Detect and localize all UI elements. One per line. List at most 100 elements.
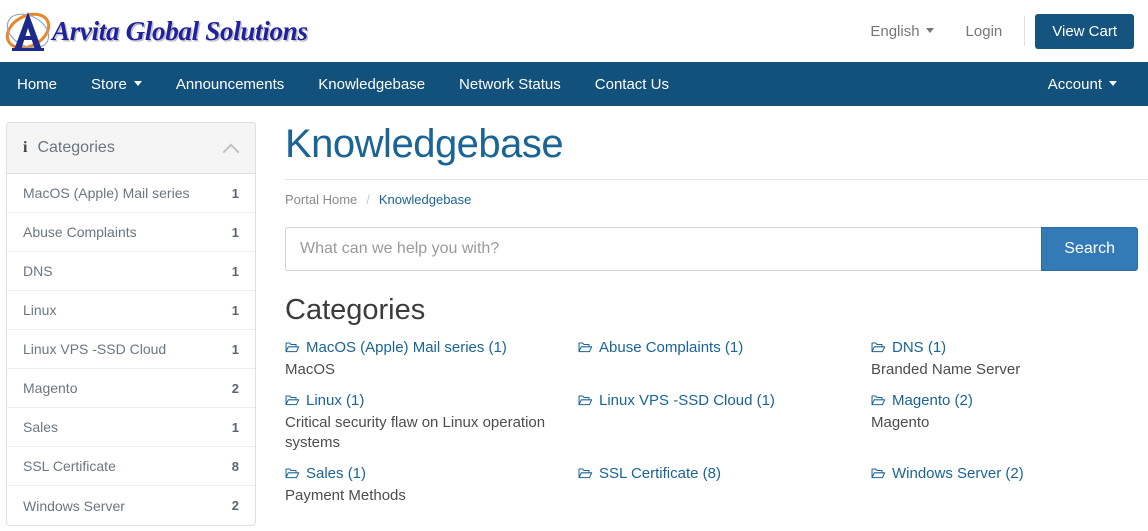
category-card: Windows Server (2) [871, 463, 1148, 516]
breadcrumb-separator: / [366, 192, 370, 207]
category-link-label: MacOS (Apple) Mail series (1) [306, 338, 507, 356]
nav-right-group: Account [1031, 62, 1134, 106]
breadcrumb-knowledgebase[interactable]: Knowledgebase [379, 192, 472, 207]
breadcrumb-portal-home[interactable]: Portal Home [285, 192, 357, 207]
category-card: Linux (1) Critical security flaw on Linu… [285, 390, 578, 463]
sidebar-item-linux[interactable]: Linux 1 [7, 291, 255, 330]
chevron-down-icon [1109, 81, 1117, 86]
breadcrumb: Portal Home / Knowledgebase [285, 179, 1148, 207]
chevron-down-icon [925, 28, 934, 33]
category-card: Magento (2) Magento [871, 390, 1148, 463]
sidebar-item-macos-apple-mail-series[interactable]: MacOS (Apple) Mail series 1 [7, 174, 255, 213]
page-body: i Categories MacOS (Apple) Mail series 1… [0, 106, 1148, 526]
info-icon: i [23, 139, 28, 156]
nav-label: Network Status [459, 75, 561, 93]
view-cart-button[interactable]: View Cart [1035, 13, 1134, 49]
category-link-linux[interactable]: Linux (1) [285, 390, 364, 412]
nav-item-account[interactable]: Account [1031, 62, 1134, 106]
category-link-macos-apple-mail-series[interactable]: MacOS (Apple) Mail series (1) [285, 337, 507, 359]
sidebar-item-count: 1 [231, 341, 239, 357]
sidebar-item-label: Windows Server [23, 497, 125, 514]
sidebar-item-count: 1 [231, 302, 239, 318]
nav-label: Account [1047, 75, 1102, 93]
categories-grid: MacOS (Apple) Mail series (1) MacOS Abus… [285, 337, 1148, 516]
category-description: Critical security flaw on Linux operatio… [285, 413, 546, 451]
search-button[interactable]: Search [1041, 227, 1138, 271]
search-input[interactable] [285, 227, 1042, 271]
chevron-up-icon[interactable] [224, 141, 239, 156]
folder-open-icon [578, 464, 593, 479]
nav-label: Home [17, 75, 58, 93]
top-header-bar: Arvita Global Solutions English Login Vi… [0, 0, 1148, 62]
nav-item-store[interactable]: Store [74, 62, 159, 106]
category-link-label: Sales (1) [306, 465, 367, 483]
page-title: Knowledgebase [285, 122, 564, 166]
folder-open-icon [578, 391, 593, 406]
sidebar-item-ssl-certificate[interactable]: SSL Certificate 8 [7, 447, 255, 486]
category-link-ssl-certificate[interactable]: SSL Certificate (8) [578, 463, 721, 485]
nav-label: Store [91, 75, 127, 93]
category-link-windows-server[interactable]: Windows Server (2) [871, 463, 1024, 485]
nav-item-knowledgebase[interactable]: Knowledgebase [301, 62, 442, 106]
sidebar-item-sales[interactable]: Sales 1 [7, 408, 255, 447]
sidebar-item-count: 1 [231, 263, 239, 279]
category-card: Abuse Complaints (1) [578, 337, 871, 390]
category-description: Magento [871, 413, 930, 431]
category-link-linux-vps-ssd-cloud[interactable]: Linux VPS -SSD Cloud (1) [578, 390, 775, 412]
language-label: English [870, 22, 920, 40]
nav-item-contact-us[interactable]: Contact Us [578, 62, 686, 106]
sidebar-item-label: Sales [23, 419, 59, 435]
folder-open-icon [871, 391, 886, 406]
nav-item-announcements[interactable]: Announcements [159, 62, 301, 106]
category-description: Payment Methods [285, 486, 406, 504]
category-description: Branded Name Server [871, 360, 1021, 378]
top-right-actions: English Login View Cart [854, 13, 1134, 49]
category-card: Linux VPS -SSD Cloud (1) [578, 390, 871, 463]
knowledgebase-search-form: Search [285, 227, 1138, 271]
folder-open-icon [578, 338, 593, 353]
category-link-label: Abuse Complaints (1) [599, 338, 744, 356]
sidebar-item-magento[interactable]: Magento 2 [7, 369, 255, 408]
nav-item-network-status[interactable]: Network Status [442, 62, 578, 106]
nav-label: Contact Us [594, 75, 669, 93]
brand-logo-link[interactable]: Arvita Global Solutions [2, 5, 308, 57]
sidebar-item-label: SSL Certificate [23, 458, 116, 474]
sidebar-item-count: 1 [231, 224, 239, 240]
sidebar-item-label: MacOS (Apple) Mail series [23, 185, 190, 201]
category-link-label: Windows Server (2) [892, 465, 1024, 483]
sidebar-item-linux-vps-ssd-cloud[interactable]: Linux VPS -SSD Cloud 1 [7, 330, 255, 369]
category-description: MacOS [285, 360, 336, 378]
sidebar-item-label: Abuse Complaints [23, 224, 137, 240]
category-card: DNS (1) Branded Name Server [871, 337, 1148, 390]
sidebar-panel-header[interactable]: i Categories [7, 123, 255, 174]
arvita-a-logo-icon [2, 6, 54, 56]
sidebar-item-label: Linux [23, 302, 57, 318]
sidebar-item-dns[interactable]: DNS 1 [7, 252, 255, 291]
sidebar-panel-title: Categories [37, 139, 115, 156]
sidebar-item-count: 8 [231, 458, 239, 474]
category-link-sales[interactable]: Sales (1) [285, 463, 366, 485]
chevron-down-icon [133, 81, 142, 86]
login-link[interactable]: Login [950, 23, 1019, 40]
main-navigation-bar: Home Store Announcements Knowledgebase N… [0, 62, 1148, 106]
category-link-abuse-complaints[interactable]: Abuse Complaints (1) [578, 337, 743, 359]
folder-open-icon [285, 391, 300, 406]
sidebar-item-label: Magento [23, 380, 78, 396]
sidebar-item-windows-server[interactable]: Windows Server 2 [7, 486, 255, 525]
brand-name-text: Arvita Global Solutions [52, 15, 308, 46]
nav-label: Announcements [175, 75, 285, 93]
folder-open-icon [285, 464, 300, 479]
sidebar-item-count: 2 [231, 498, 239, 513]
category-card: SSL Certificate (8) [578, 463, 871, 516]
folder-open-icon [285, 338, 300, 353]
category-link-magento[interactable]: Magento (2) [871, 390, 973, 412]
nav-item-home[interactable]: Home [0, 62, 74, 106]
language-selector[interactable]: English [854, 23, 949, 40]
sidebar-item-abuse-complaints[interactable]: Abuse Complaints 1 [7, 213, 255, 252]
folder-open-icon [871, 464, 886, 479]
category-link-dns[interactable]: DNS (1) [871, 337, 946, 359]
category-link-label: SSL Certificate (8) [599, 465, 721, 483]
category-link-label: DNS (1) [892, 338, 947, 356]
category-link-label: Linux VPS -SSD Cloud (1) [599, 391, 775, 409]
category-link-label: Linux (1) [306, 391, 365, 409]
